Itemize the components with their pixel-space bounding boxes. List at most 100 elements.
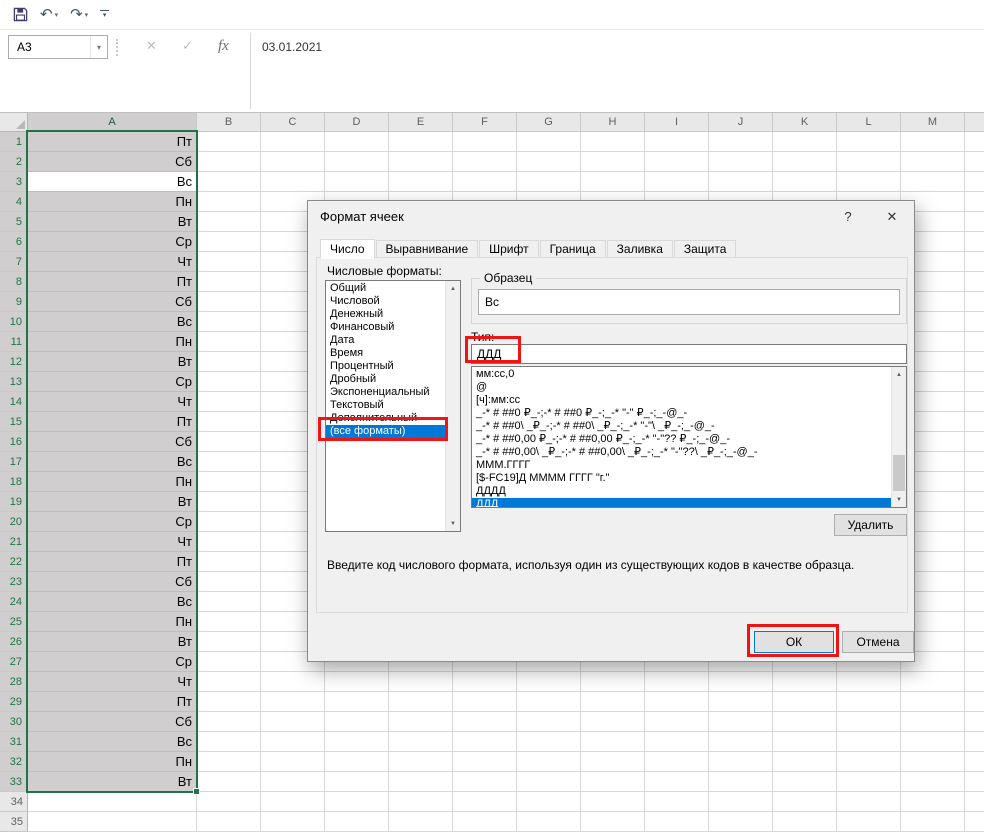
cell-J35[interactable] (709, 812, 773, 832)
cell-A34[interactable] (28, 792, 197, 812)
category-item[interactable]: (все форматы) (326, 425, 445, 438)
row-header-19[interactable]: 19 (0, 492, 28, 512)
column-header-partial[interactable] (965, 113, 984, 132)
cell-A15[interactable]: Пт (28, 412, 197, 432)
cell-B31[interactable] (197, 732, 261, 752)
format-code-item[interactable]: ДДДД (472, 485, 891, 498)
cell-G28[interactable] (517, 672, 581, 692)
row-header-24[interactable]: 24 (0, 592, 28, 612)
cell-J31[interactable] (709, 732, 773, 752)
scroll-down-icon[interactable]: ▼ (446, 516, 460, 531)
fill-handle[interactable] (193, 788, 200, 795)
cell-F31[interactable] (453, 732, 517, 752)
cell-H31[interactable] (581, 732, 645, 752)
save-button[interactable] (10, 3, 31, 27)
cell-C2[interactable] (261, 152, 325, 172)
scroll-up-icon[interactable]: ▲ (892, 367, 906, 382)
cell-B8[interactable] (197, 272, 261, 292)
column-header-m[interactable]: M (901, 113, 965, 132)
cell-J33[interactable] (709, 772, 773, 792)
cell-B22[interactable] (197, 552, 261, 572)
cell-C35[interactable] (261, 812, 325, 832)
scroll-up-icon[interactable]: ▲ (446, 281, 460, 296)
cell-partial[interactable] (965, 792, 984, 812)
cell-partial[interactable] (965, 432, 984, 452)
cell-partial[interactable] (965, 712, 984, 732)
cell-partial[interactable] (965, 312, 984, 332)
cell-B10[interactable] (197, 312, 261, 332)
cell-K32[interactable] (773, 752, 837, 772)
cell-F29[interactable] (453, 692, 517, 712)
category-item[interactable]: Дополнительный (326, 412, 445, 425)
cell-partial[interactable] (965, 572, 984, 592)
cell-A5[interactable]: Вт (28, 212, 197, 232)
cell-A27[interactable]: Ср (28, 652, 197, 672)
cell-partial[interactable] (965, 772, 984, 792)
cell-H30[interactable] (581, 712, 645, 732)
cell-G3[interactable] (517, 172, 581, 192)
row-header-2[interactable]: 2 (0, 152, 28, 172)
column-header-j[interactable]: J (709, 113, 773, 132)
row-header-23[interactable]: 23 (0, 572, 28, 592)
redo-button[interactable]: ↷ ▾ (67, 3, 91, 27)
cell-B14[interactable] (197, 392, 261, 412)
format-code-listbox[interactable]: мм:сс,0 @ [ч]:мм:сс _-* # ##0 ₽_-;-* # ##0 … (471, 366, 907, 508)
cell-I1[interactable] (645, 132, 709, 152)
cell-D32[interactable] (325, 752, 389, 772)
close-button[interactable]: ✕ (870, 201, 914, 232)
row-header-22[interactable]: 22 (0, 552, 28, 572)
cell-G35[interactable] (517, 812, 581, 832)
cell-partial[interactable] (965, 232, 984, 252)
cell-G2[interactable] (517, 152, 581, 172)
select-all-corner[interactable] (0, 113, 28, 132)
cell-A7[interactable]: Чт (28, 252, 197, 272)
row-header-1[interactable]: 1 (0, 132, 28, 152)
cell-A14[interactable]: Чт (28, 392, 197, 412)
row-header-28[interactable]: 28 (0, 672, 28, 692)
chevron-down-icon[interactable]: ▾ (85, 11, 89, 19)
row-header-25[interactable]: 25 (0, 612, 28, 632)
cell-J2[interactable] (709, 152, 773, 172)
cell-H28[interactable] (581, 672, 645, 692)
column-header-f[interactable]: F (453, 113, 517, 132)
row-header-13[interactable]: 13 (0, 372, 28, 392)
cell-D1[interactable] (325, 132, 389, 152)
row-header-30[interactable]: 30 (0, 712, 28, 732)
cell-H3[interactable] (581, 172, 645, 192)
cell-G34[interactable] (517, 792, 581, 812)
cell-L33[interactable] (837, 772, 901, 792)
cell-M29[interactable] (901, 692, 965, 712)
cell-I31[interactable] (645, 732, 709, 752)
cell-G32[interactable] (517, 752, 581, 772)
cell-C28[interactable] (261, 672, 325, 692)
customize-quick-access-toolbar-button[interactable]: ▾ (97, 3, 112, 27)
row-header-32[interactable]: 32 (0, 752, 28, 772)
cell-A6[interactable]: Ср (28, 232, 197, 252)
row-header-21[interactable]: 21 (0, 532, 28, 552)
format-code-item[interactable]: _-* # ##0,00 ₽_-;-* # ##0,00 ₽_-;_-* "-"… (472, 433, 891, 446)
cell-B9[interactable] (197, 292, 261, 312)
cell-partial[interactable] (965, 132, 984, 152)
enter-icon[interactable]: ✓ (182, 38, 193, 54)
category-item[interactable]: Дробный (326, 373, 445, 386)
cell-D33[interactable] (325, 772, 389, 792)
formula-bar-input[interactable]: 03.01.2021 (262, 40, 322, 54)
category-scrollbar[interactable]: ▲ ▼ (445, 281, 460, 531)
cell-A35[interactable] (28, 812, 197, 832)
cell-partial[interactable] (965, 332, 984, 352)
cell-C32[interactable] (261, 752, 325, 772)
insert-function-icon[interactable]: fx (218, 38, 229, 55)
cell-D3[interactable] (325, 172, 389, 192)
cell-F2[interactable] (453, 152, 517, 172)
row-header-12[interactable]: 12 (0, 352, 28, 372)
chevron-down-icon[interactable]: ▾ (90, 36, 107, 58)
cell-A29[interactable]: Пт (28, 692, 197, 712)
cell-A24[interactable]: Вс (28, 592, 197, 612)
cell-K31[interactable] (773, 732, 837, 752)
cell-K3[interactable] (773, 172, 837, 192)
cell-B19[interactable] (197, 492, 261, 512)
cell-L3[interactable] (837, 172, 901, 192)
row-header-26[interactable]: 26 (0, 632, 28, 652)
cell-A18[interactable]: Пн (28, 472, 197, 492)
cell-B16[interactable] (197, 432, 261, 452)
